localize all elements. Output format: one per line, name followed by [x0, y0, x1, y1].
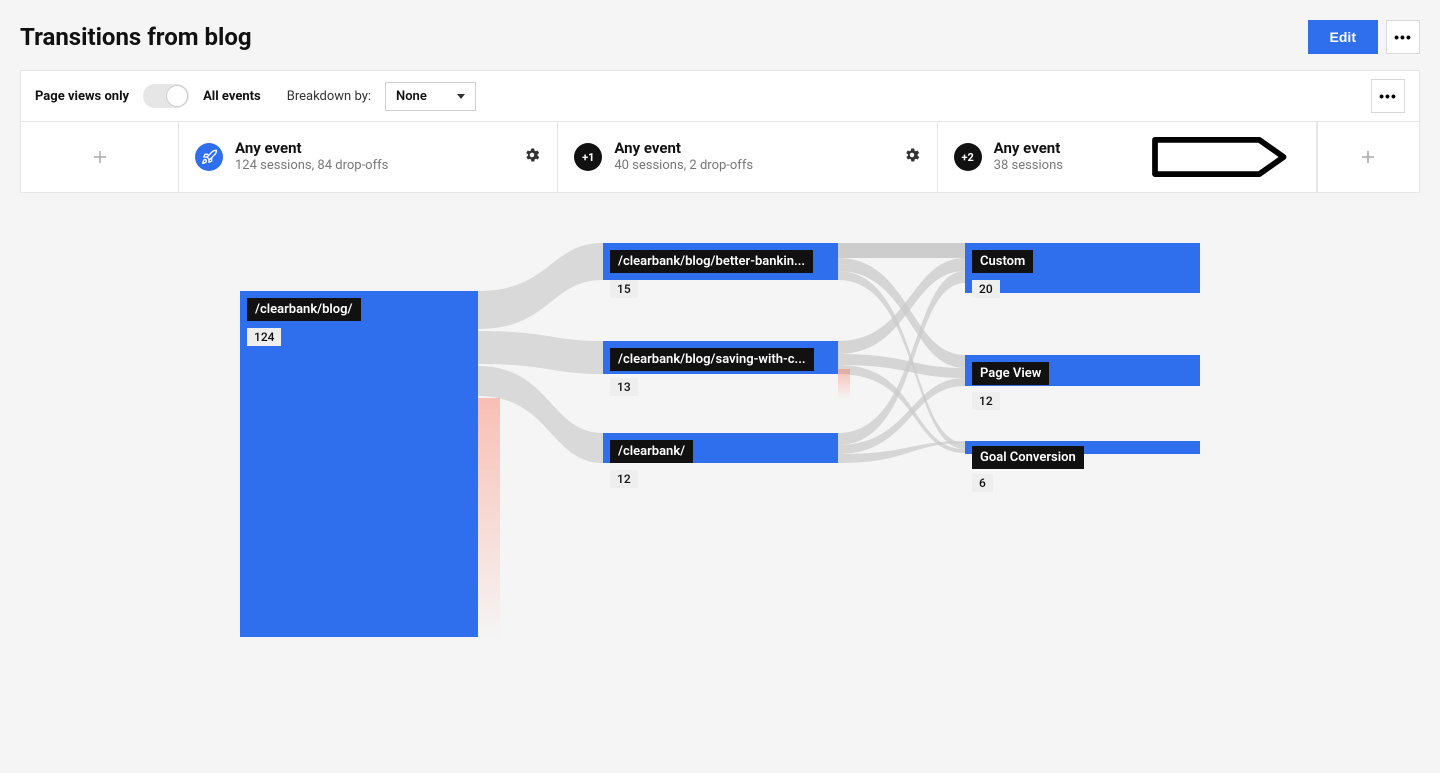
events-scope-toggle[interactable] — [143, 84, 189, 108]
add-step-left[interactable] — [21, 122, 179, 192]
page-title: Transitions from blog — [20, 23, 252, 51]
node-label: Goal Conversion — [972, 446, 1084, 469]
flow-node[interactable]: /clearbank/ 12 — [603, 433, 838, 463]
node-label: /clearbank/blog/saving-with-c... — [610, 348, 814, 371]
breakdown-value: None — [396, 89, 427, 104]
flow-node[interactable]: Page View 12 — [965, 355, 1200, 386]
flow-node[interactable]: /clearbank/blog/saving-with-c... 13 — [603, 341, 838, 374]
flow-node[interactable]: /clearbank/blog/better-bankin... 15 — [603, 243, 838, 280]
node-count: 6 — [972, 474, 993, 492]
all-events-label: All events — [203, 89, 261, 104]
plus-icon — [91, 148, 109, 166]
node-count: 124 — [247, 328, 281, 346]
step-2[interactable]: +1 Any event 40 sessions, 2 drop-offs — [558, 122, 937, 192]
node-label: Custom — [972, 250, 1033, 273]
node-label: Page View — [972, 362, 1049, 385]
panel-more-button[interactable]: ••• — [1371, 79, 1405, 113]
dropoff-indicator — [838, 369, 850, 399]
gear-icon — [903, 146, 921, 164]
plus-icon — [1359, 148, 1377, 166]
page-views-only-label: Page views only — [35, 89, 129, 104]
edit-button[interactable]: Edit — [1308, 20, 1378, 54]
step-3[interactable]: +2 Any event 38 sessions — [938, 122, 1317, 192]
node-count: 12 — [972, 392, 1000, 410]
step-1[interactable]: Any event 124 sessions, 84 drop-offs — [179, 122, 558, 192]
dropoff-indicator — [478, 398, 500, 638]
node-count: 12 — [610, 470, 638, 488]
more-actions-button[interactable]: ••• — [1386, 20, 1420, 54]
step-settings-button[interactable] — [523, 146, 541, 168]
add-step-right[interactable] — [1317, 122, 1419, 192]
step-subtitle: 40 sessions, 2 drop-offs — [614, 158, 753, 175]
step-title: Any event — [614, 139, 753, 159]
step-subtitle: 38 sessions — [994, 158, 1063, 175]
flow-node[interactable]: Custom 20 — [965, 243, 1200, 293]
node-label: /clearbank/ — [610, 440, 693, 463]
more-icon: ••• — [1379, 88, 1397, 104]
gear-icon — [523, 146, 541, 164]
rocket-icon — [195, 143, 223, 171]
step-settings-button[interactable] — [903, 146, 921, 168]
flow-node[interactable]: Goal Conversion 6 — [965, 441, 1200, 454]
node-label: /clearbank/blog/ — [247, 298, 361, 321]
flow-visualization: /clearbank/blog/ 124 /clearbank/blog/bet… — [20, 193, 1420, 753]
step-subtitle: 124 sessions, 84 drop-offs — [235, 158, 388, 175]
breakdown-label: Breakdown by: — [287, 89, 371, 104]
node-count: 20 — [972, 280, 1000, 298]
step-badge: +1 — [574, 143, 602, 171]
step-title: Any event — [235, 139, 388, 159]
step-badge: +2 — [954, 143, 982, 171]
toggle-knob — [166, 85, 188, 107]
flow-node[interactable]: /clearbank/blog/ 124 — [240, 291, 478, 637]
step-title: Any event — [994, 139, 1063, 159]
goal-tag-icon — [1140, 137, 1300, 177]
more-icon: ••• — [1394, 29, 1412, 45]
breakdown-select[interactable]: None — [385, 82, 476, 111]
chevron-down-icon — [457, 94, 465, 99]
node-label: /clearbank/blog/better-bankin... — [610, 250, 813, 273]
node-count: 13 — [610, 378, 638, 396]
config-panel: Page views only All events Breakdown by:… — [20, 70, 1420, 193]
node-count: 15 — [610, 280, 638, 298]
